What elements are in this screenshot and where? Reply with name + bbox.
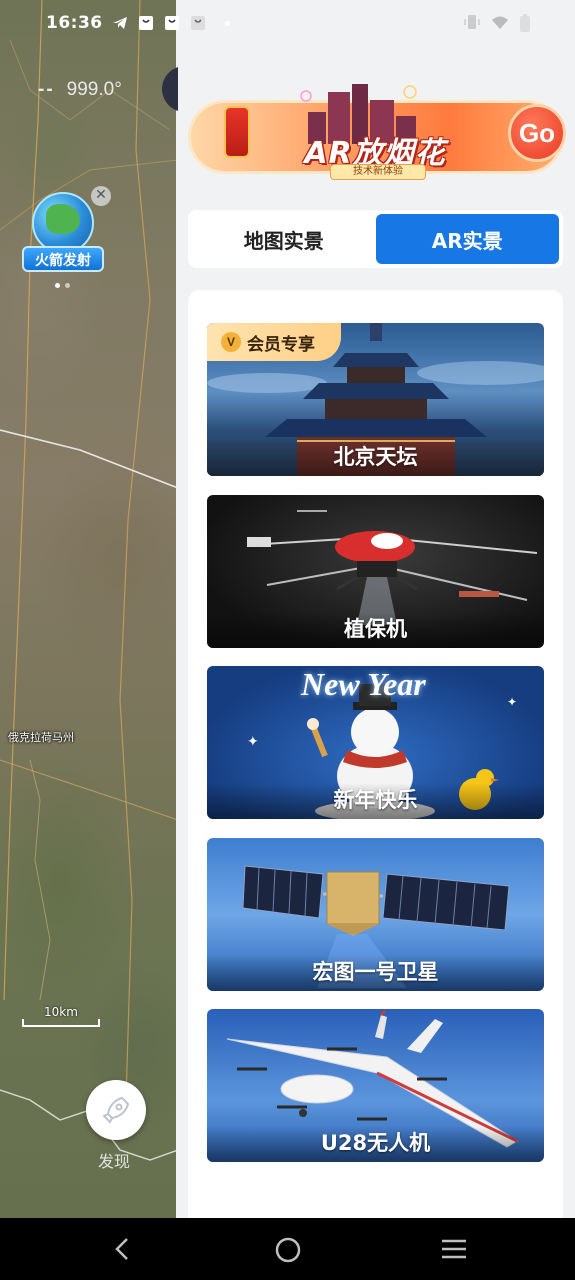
scene-label: U28无人机: [207, 1126, 544, 1162]
scene-label: 植保机: [207, 612, 544, 648]
close-icon[interactable]: ✕: [91, 186, 111, 206]
status-time: 16:36: [46, 13, 103, 33]
discover-button[interactable]: [86, 1080, 146, 1140]
scene-tile-crop-drone[interactable]: 植保机: [207, 495, 544, 648]
shopping-bag-icon: [190, 16, 205, 30]
svg-text:✦: ✦: [247, 734, 259, 750]
chevron-left-icon[interactable]: [110, 1236, 134, 1262]
globe-land: [46, 204, 80, 234]
rocket-launch-badge[interactable]: 火箭发射 ✕: [20, 186, 111, 276]
heading-value: 999.0°: [66, 79, 122, 100]
banner-subtitle: 技术新体验: [330, 164, 426, 180]
discover-label: 发现: [98, 1152, 131, 1171]
shopping-bag-icon: [164, 16, 179, 30]
tab-ar-live[interactable]: AR实景: [375, 214, 559, 264]
scene-label: 新年快乐: [207, 783, 544, 819]
svg-text:✦: ✦: [507, 695, 517, 709]
ar-fireworks-banner[interactable]: AR放烟花 技术新体验 Go: [188, 82, 566, 182]
telegram-icon: [112, 17, 127, 29]
battery-icon: [520, 14, 530, 32]
banner-title: AR放烟花: [304, 136, 446, 171]
heading-dash: --: [38, 79, 55, 100]
status-bar: 16:36: [0, 0, 575, 46]
scene-label: 北京天坛: [207, 440, 544, 476]
status-icons: [463, 13, 531, 33]
heading-readout: -- 999.0°: [38, 79, 122, 101]
lantern-icon: [224, 106, 250, 158]
badge-pager-dots: [55, 283, 70, 288]
pager-dot: [65, 283, 70, 288]
vibrate-icon: [464, 15, 480, 29]
scene-tile-new-year[interactable]: ✦ ✦ New Year 新年快乐: [207, 666, 544, 819]
circle-home-icon[interactable]: [274, 1236, 302, 1264]
rocket-icon: [102, 1096, 130, 1124]
map-view[interactable]: -- 999.0° 火箭发射 ✕ 俄克拉荷马州 10km 发现: [0, 0, 178, 1218]
ar-panel: AR放烟花 技术新体验 Go 地图实景 AR实景 V 会员专享 北京天坛 植保机…: [176, 0, 575, 1218]
scene-tile-temple-of-heaven[interactable]: V 会员专享 北京天坛: [207, 323, 544, 476]
scene-tile-satellite[interactable]: 宏图一号卫星: [207, 838, 544, 991]
vip-badge: V 会员专享: [207, 323, 341, 361]
scale-line: [22, 1019, 100, 1027]
pager-dot: [55, 283, 60, 288]
menu-icon[interactable]: [440, 1236, 468, 1262]
vip-badge-label: 会员专享: [247, 334, 315, 355]
map-scale-bar: 10km: [22, 1005, 100, 1027]
map-roads: [0, 0, 178, 1161]
scene-tile-u28-uav[interactable]: U28无人机: [207, 1009, 544, 1162]
scene-label: 宏图一号卫星: [207, 955, 544, 991]
map-place-label: 俄克拉荷马州: [8, 731, 74, 744]
rocket-badge-label: 火箭发射: [22, 246, 104, 272]
new-year-art-text: New Year: [301, 666, 426, 702]
mode-tabs: 地图实景 AR实景: [188, 210, 563, 268]
scale-label: 10km: [44, 1005, 78, 1019]
scene-list: V 会员专享 北京天坛 植保机 ✦ ✦ New Year 新年快乐 宏图一号卫星…: [188, 290, 563, 1218]
tab-map-live[interactable]: 地图实景: [192, 214, 376, 264]
wifi-icon: [492, 16, 508, 29]
notification-dot: [224, 20, 230, 26]
system-nav-bar: [0, 1218, 575, 1280]
shopping-bag-icon: [138, 16, 153, 30]
go-button[interactable]: Go: [508, 104, 566, 162]
vip-icon: V: [221, 332, 241, 352]
